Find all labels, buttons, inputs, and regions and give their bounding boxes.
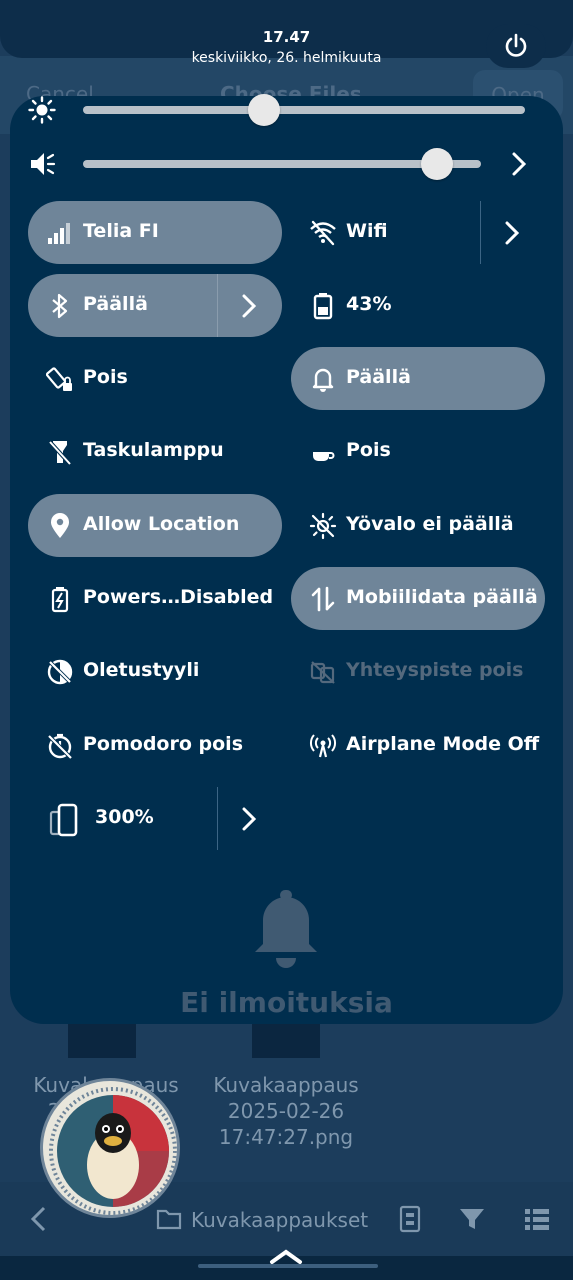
tile-label: Yhteyspiste pois — [346, 659, 524, 681]
no-notifications-label: Ei ilmoituksia — [180, 986, 393, 1019]
tile-battery[interactable]: 43% — [291, 274, 545, 337]
style-icon — [47, 659, 73, 685]
tile-label: Oletustyyli — [83, 659, 200, 681]
power-icon — [505, 33, 527, 57]
volume-slider-thumb[interactable] — [421, 148, 454, 180]
tile-label: Allow Location — [83, 513, 240, 535]
tile-divider — [217, 274, 218, 337]
tile-label: Powers…Disabled — [83, 586, 274, 608]
coffee-icon — [313, 452, 335, 461]
location-icon — [51, 513, 69, 538]
tile-display-scale[interactable]: 300% — [28, 787, 282, 850]
list-view-icon — [525, 1209, 549, 1230]
tile-airplane-mode[interactable]: Airplane Mode Off — [291, 714, 545, 777]
tux-avatar-badge — [40, 1078, 180, 1218]
tile-label: Taskulamppu — [83, 439, 224, 461]
tile-divider — [217, 787, 218, 850]
tile-label: Yövalo ei päällä — [346, 513, 514, 535]
phone-scale-icon — [49, 803, 78, 837]
signal-icon — [48, 223, 70, 244]
brightness-slider-row — [0, 90, 573, 130]
file-caption: Kuvakaappaus 2025-02-26 17:47:27.png — [213, 1073, 359, 1149]
chevron-right-icon[interactable] — [501, 220, 523, 246]
tile-label: Mobiilidata päällä — [346, 586, 538, 608]
tile-caffeine[interactable]: Pois — [291, 420, 545, 483]
tux-penguin-icon — [49, 1087, 177, 1215]
night-light-icon — [309, 512, 337, 540]
tile-wifi[interactable]: Wifi — [291, 201, 545, 264]
tile-label: Päällä — [346, 366, 411, 388]
timer-off-icon — [47, 733, 73, 760]
volume-slider-row — [0, 144, 573, 184]
wifi-off-icon — [310, 220, 336, 246]
folder-icon — [156, 1209, 182, 1230]
tile-night-light[interactable]: Yövalo ei päällä — [291, 494, 545, 557]
sd-card-icon — [399, 1205, 421, 1233]
chevron-right-icon[interactable] — [238, 293, 260, 319]
tile-label: Pois — [346, 439, 391, 461]
tile-label: 300% — [95, 806, 154, 828]
tile-label: Wifi — [346, 220, 388, 242]
tile-hotspot[interactable]: Yhteyspiste pois — [291, 640, 545, 703]
filter-icon — [460, 1209, 484, 1229]
rotation-lock-icon — [46, 367, 72, 391]
tile-power-saver[interactable]: Powers…Disabled — [28, 567, 282, 630]
chevron-up-icon[interactable] — [268, 1244, 304, 1268]
tile-notifications[interactable]: Päällä — [291, 347, 545, 410]
tile-mobile-data[interactable]: Mobiilidata päällä — [291, 567, 545, 630]
hotspot-icon — [310, 661, 335, 684]
chevron-right-icon[interactable] — [238, 806, 260, 832]
back-arrow-icon — [30, 1206, 46, 1232]
bell-icon — [255, 890, 317, 968]
tile-label: 43% — [346, 293, 392, 315]
brightness-slider-thumb[interactable] — [248, 94, 281, 126]
brightness-slider-track[interactable] — [83, 106, 525, 114]
tile-rotation-lock[interactable]: Pois — [28, 347, 282, 410]
tile-style[interactable]: Oletustyyli — [28, 640, 282, 703]
tile-divider — [480, 201, 481, 264]
tile-label: Pois — [83, 366, 128, 388]
power-button[interactable] — [486, 24, 546, 68]
tile-label: Airplane Mode Off — [346, 733, 540, 755]
tile-label: Pomodoro pois — [83, 733, 243, 755]
current-folder-label: Kuvakaappaukset — [191, 1208, 369, 1232]
battery-saver-icon — [51, 587, 69, 613]
volume-icon — [31, 153, 56, 175]
tile-label: Päällä — [83, 293, 148, 315]
data-arrows-icon — [311, 586, 335, 612]
tile-bluetooth[interactable]: Päällä — [28, 274, 282, 337]
bluetooth-icon — [52, 293, 68, 319]
tile-location[interactable]: Allow Location — [28, 494, 282, 557]
chevron-right-icon[interactable] — [508, 151, 530, 177]
brightness-icon — [28, 96, 56, 124]
bell-icon — [312, 368, 334, 392]
tile-pomodoro[interactable]: Pomodoro pois — [28, 714, 282, 777]
flashlight-icon — [48, 440, 72, 466]
antenna-icon — [310, 734, 336, 758]
battery-icon — [313, 293, 333, 320]
tile-mobile-network[interactable]: Telia FI — [28, 201, 282, 264]
tile-flashlight[interactable]: Taskulamppu — [28, 420, 282, 483]
tile-label: Telia FI — [83, 220, 159, 242]
file-thumbnail — [252, 1020, 320, 1058]
file-thumbnail — [68, 1020, 136, 1058]
